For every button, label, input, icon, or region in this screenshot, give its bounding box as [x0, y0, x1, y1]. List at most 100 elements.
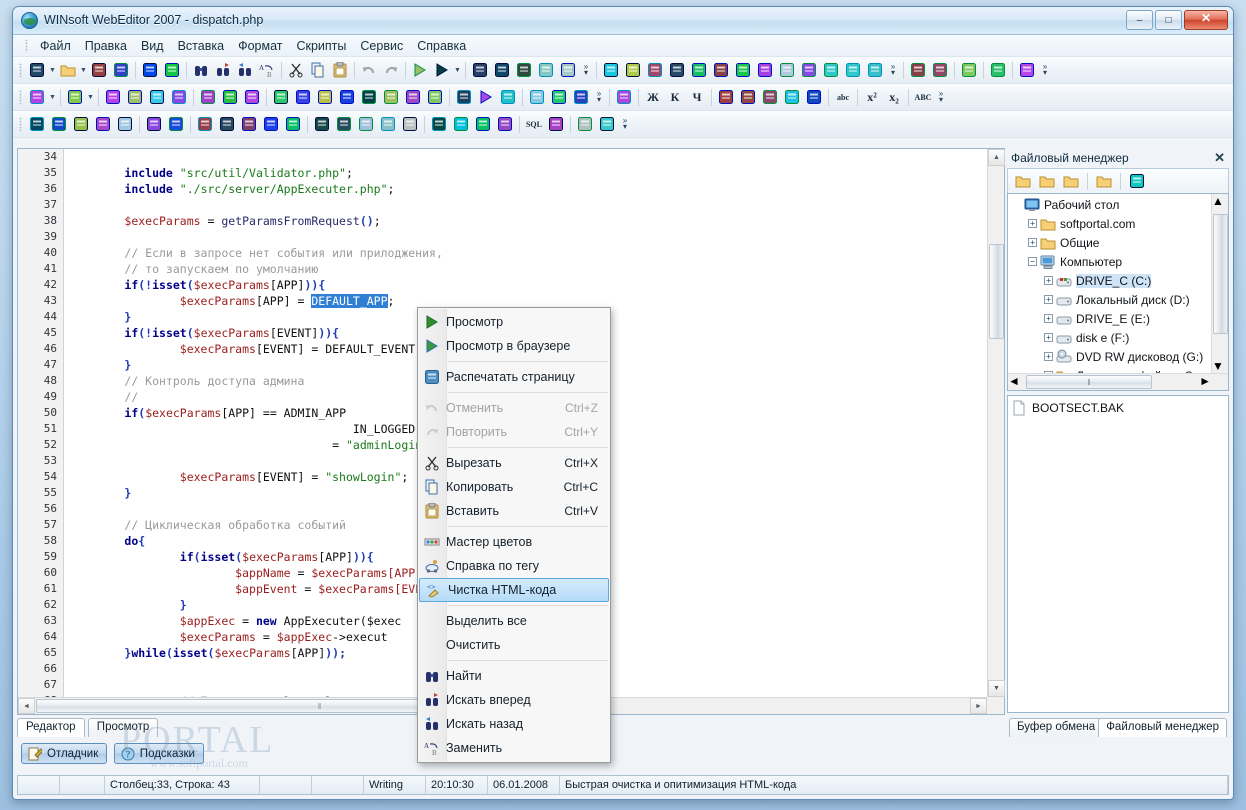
toolbar-eyedropper-icon[interactable] [92, 113, 114, 135]
toolbar-css-icon[interactable] [219, 86, 241, 108]
toolbar-underline-icon[interactable]: Ч [686, 86, 708, 108]
context-menu-item-9[interactable]: Копировать Ctrl+C [418, 475, 610, 499]
toolbar-paste-icon[interactable] [329, 59, 351, 81]
context-menu-item-16[interactable]: Выделить все [418, 609, 610, 633]
tree-node[interactable]: + disk e (F:) [1008, 328, 1211, 347]
minimize-button[interactable]: – [1126, 10, 1153, 30]
context-menu-item-21[interactable]: Искать назад [418, 712, 610, 736]
file-manager-file-list[interactable]: BOOTSECT.BAK [1007, 395, 1229, 713]
toolbar-brush-icon[interactable] [491, 59, 513, 81]
toolbar-form-icon[interactable] [600, 59, 622, 81]
toolbar-comment-icon[interactable] [380, 86, 402, 108]
tree-hscroll-thumb[interactable]: ‖ [1026, 375, 1152, 389]
fm-copy-file-icon[interactable] [1126, 170, 1148, 192]
vertical-scroll-thumb[interactable] [989, 244, 1004, 339]
toolbar-image-submit-icon[interactable] [864, 59, 886, 81]
toolbar-open-project-icon[interactable] [88, 59, 110, 81]
file-manager-tree[interactable]: Рабочий стол + softportal.com + Общие − Компью… [1007, 193, 1229, 391]
toolbar-search-list-icon[interactable] [282, 113, 304, 135]
toolbar-textarea-icon[interactable] [666, 59, 688, 81]
toolbar-sort-az-icon[interactable] [311, 113, 333, 135]
toolbar-step-icon[interactable] [497, 86, 519, 108]
toolbar-font-size-icon[interactable] [402, 86, 424, 108]
toolbar-book-icon[interactable] [557, 59, 579, 81]
tree-scroll-down-arrow[interactable]: ▼ [1212, 359, 1224, 373]
toolbar-validate-icon[interactable] [574, 113, 596, 135]
toolbar-add-entry-icon[interactable] [355, 113, 377, 135]
toolbar-link-icon[interactable] [270, 86, 292, 108]
toolbar-find-next-icon[interactable] [212, 59, 234, 81]
context-menu-item-17[interactable]: Очистить [418, 633, 610, 657]
toolbar-spellcheck-icon[interactable]: ABC [912, 86, 934, 108]
menubar-grip[interactable] [25, 39, 28, 52]
scroll-left-arrow[interactable]: ◄ [18, 698, 35, 714]
tree-node[interactable]: − Компьютер [1008, 252, 1211, 271]
context-menu-item-14[interactable]: <> Чистка HTML-кода [419, 578, 609, 602]
tree-expander[interactable]: + [1044, 352, 1053, 361]
menu-item-2[interactable]: Вид [134, 37, 171, 55]
toolbar-cell-copy-icon[interactable] [958, 59, 980, 81]
tree-node[interactable]: + DRIVE_C (C:) [1008, 271, 1211, 290]
toolbar-overflow-icon[interactable]: » ▾ [886, 59, 900, 81]
dropdown-arrow-icon[interactable]: ▼ [453, 59, 462, 81]
toolbar-overflow-icon[interactable]: » ▾ [1038, 59, 1052, 81]
file-manager-close-icon[interactable]: ✕ [1214, 150, 1225, 166]
toolbar-listbox-icon[interactable] [820, 59, 842, 81]
toolbar-password-icon[interactable] [644, 59, 666, 81]
menu-item-5[interactable]: Скрипты [289, 37, 353, 55]
tree-scroll-up-arrow[interactable]: ▲ [1212, 194, 1228, 208]
tree-node[interactable]: + Локальный диск (D:) [1008, 290, 1211, 309]
menu-item-6[interactable]: Сервис [353, 37, 410, 55]
context-menu-item-19[interactable]: Найти [418, 664, 610, 688]
context-menu-item-20[interactable]: Искать вперед [418, 688, 610, 712]
toolbar-sql-icon[interactable]: SQL [523, 113, 545, 135]
context-menu-item-8[interactable]: Вырезать Ctrl+X [418, 451, 610, 475]
tree-scroll-thumb[interactable] [1213, 214, 1228, 334]
toolbar-overflow-icon[interactable]: » ▾ [618, 113, 632, 135]
dropdown-arrow-icon[interactable]: ▼ [86, 86, 95, 108]
toolbar-lightning-icon[interactable] [48, 113, 70, 135]
toolbar-errors-icon[interactable] [596, 113, 618, 135]
toolbar-align-left-icon[interactable] [781, 86, 803, 108]
toolbar-hr-icon[interactable] [314, 86, 336, 108]
toolbar-sort-za-icon[interactable] [333, 113, 355, 135]
dropdown-arrow-icon[interactable]: ▼ [48, 59, 57, 81]
tree-node[interactable]: + DRIVE_E (E:) [1008, 309, 1211, 328]
toolbar-new-file-icon[interactable] [26, 59, 48, 81]
toolbar-info-list-icon[interactable] [260, 113, 282, 135]
tree-scroll-right-arrow[interactable]: ► [1199, 374, 1211, 388]
toolbar-image-icon[interactable] [292, 86, 314, 108]
fm-folder-up-icon[interactable] [1012, 170, 1034, 192]
menu-item-7[interactable]: Справка [410, 37, 473, 55]
fm-folder-properties-icon[interactable] [1093, 170, 1115, 192]
toolbar-font-color-icon[interactable] [613, 86, 635, 108]
toolbar-delete-table-icon[interactable] [987, 59, 1009, 81]
toolbar-layout-icon[interactable] [548, 86, 570, 108]
toolbar-pilcrow-icon[interactable] [168, 86, 190, 108]
toolbar-smiley-icon[interactable] [428, 113, 450, 135]
toolbar-document-icon[interactable] [26, 86, 48, 108]
context-menu-item-13[interactable]: Справка по тегу [418, 554, 610, 578]
menu-item-0[interactable]: Файл [33, 37, 78, 55]
toolbar-justify-icon[interactable] [803, 86, 825, 108]
toolbar-color-icon[interactable] [336, 86, 358, 108]
toolbar-function-search-icon[interactable] [70, 113, 92, 135]
toolbar-run-icon[interactable] [409, 59, 431, 81]
toolbar-design-icon[interactable] [469, 59, 491, 81]
toolbar-align-right-icon[interactable] [737, 86, 759, 108]
toolbar-play-small-icon[interactable] [475, 86, 497, 108]
toolbar-php-help-icon[interactable] [26, 113, 48, 135]
tree-expander[interactable]: + [1044, 295, 1053, 304]
tree-expander[interactable]: + [1028, 238, 1037, 247]
toolbar-subscript-icon[interactable]: x₂ [883, 86, 905, 108]
toolbar-copy-icon[interactable] [307, 59, 329, 81]
toolbar-checkbox2-icon[interactable] [776, 59, 798, 81]
file-list-item[interactable]: BOOTSECT.BAK [1011, 399, 1225, 417]
toolbar-grip[interactable] [19, 116, 22, 132]
close-button[interactable]: ✕ [1184, 10, 1228, 30]
editor-tab-1[interactable]: Просмотр [87, 718, 159, 737]
dropdown-arrow-icon[interactable]: ▼ [79, 59, 88, 81]
context-menu-item-22[interactable]: A B Заменить [418, 736, 610, 760]
toolbar-overflow-icon[interactable]: » ▾ [592, 86, 606, 108]
toolbar-open-folder-icon[interactable] [57, 59, 79, 81]
